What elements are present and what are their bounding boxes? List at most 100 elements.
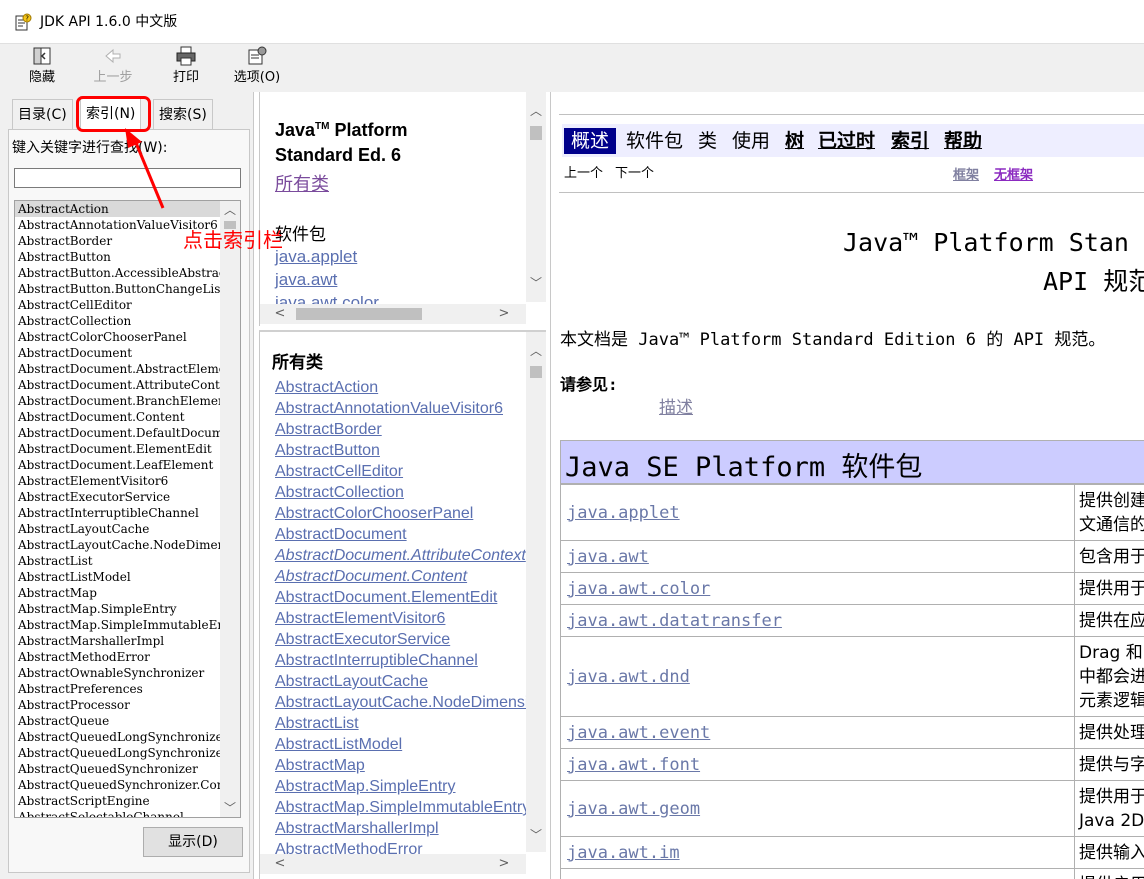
scroll-left-icon[interactable]: < [270, 854, 290, 874]
index-list-item[interactable]: AbstractDocument.ElementEdit [15, 441, 220, 457]
package-name-link[interactable]: java.awt.dnd [560, 636, 1075, 717]
nav-deprecated[interactable]: 已过时 [818, 128, 875, 154]
show-button[interactable]: 显示(D) [143, 827, 243, 857]
class-link[interactable]: AbstractBorder [275, 419, 526, 440]
hide-button[interactable]: 隐藏 [22, 44, 62, 92]
index-list-item[interactable]: AbstractMarshallerImpl [15, 633, 220, 649]
class-link[interactable]: AbstractMap.SimpleEntry [275, 776, 526, 797]
class-link[interactable]: AbstractCollection [275, 482, 526, 503]
package-link[interactable]: java.applet [275, 245, 379, 268]
class-link[interactable]: AbstractAction [275, 377, 526, 398]
index-list-item[interactable]: AbstractSelectableChannel [15, 809, 220, 817]
package-link[interactable]: java.awt [275, 268, 379, 291]
package-name-link[interactable]: java.awt.color [560, 572, 1075, 605]
class-link[interactable]: AbstractDocument.ElementEdit [275, 587, 526, 608]
scroll-right-icon[interactable]: > [494, 304, 514, 324]
frames-link[interactable]: 框架 [953, 164, 979, 183]
index-list-item[interactable]: AbstractQueuedSynchronizer.Condi [15, 777, 220, 793]
class-link[interactable]: AbstractAnnotationValueVisitor6 [275, 398, 526, 419]
index-list-item[interactable]: AbstractDocument.AttributeContext [15, 377, 220, 393]
index-list-item[interactable]: AbstractMap [15, 585, 220, 601]
classes-hscrollbar[interactable]: < > [260, 854, 526, 874]
index-list-item[interactable]: AbstractInterruptibleChannel [15, 505, 220, 521]
index-list-item[interactable]: AbstractCollection [15, 313, 220, 329]
scroll-up-icon[interactable]: ︿ [526, 102, 546, 120]
index-list-scrollbar[interactable]: ︿ ﹀ [220, 201, 240, 817]
class-link[interactable]: AbstractMap [275, 755, 526, 776]
index-list-item[interactable]: AbstractCellEditor [15, 297, 220, 313]
index-list-item[interactable]: AbstractExecutorService [15, 489, 220, 505]
index-list-item[interactable]: AbstractProcessor [15, 697, 220, 713]
print-button[interactable]: 打印 [166, 44, 206, 92]
index-list-item[interactable]: AbstractButton.ButtonChangeListene [15, 281, 220, 297]
package-name-link[interactable]: java.awt [560, 540, 1075, 573]
class-link[interactable]: AbstractListModel [275, 734, 526, 755]
scroll-down-icon[interactable]: ﹀ [526, 826, 546, 844]
scroll-thumb[interactable] [530, 366, 542, 378]
scroll-thumb[interactable] [296, 308, 422, 320]
class-link[interactable]: AbstractCellEditor [275, 461, 526, 482]
scroll-right-icon[interactable]: > [494, 854, 514, 874]
class-link[interactable]: AbstractInterruptibleChannel [275, 650, 526, 671]
options-button[interactable]: 选项(O) [228, 44, 286, 92]
index-list-item[interactable]: AbstractLayoutCache.NodeDimensio [15, 537, 220, 553]
package-name-link[interactable]: java.awt.datatransfer [560, 604, 1075, 637]
scroll-thumb[interactable] [530, 126, 542, 140]
index-list-item[interactable]: AbstractQueue [15, 713, 220, 729]
class-link[interactable]: AbstractList [275, 713, 526, 734]
tab-search[interactable]: 搜索(S) [153, 99, 213, 129]
scroll-down-icon[interactable]: ﹀ [220, 799, 240, 817]
classes-vscrollbar[interactable]: ︿ ﹀ [526, 332, 546, 852]
index-list-item[interactable]: AbstractLayoutCache [15, 521, 220, 537]
index-list-item[interactable]: AbstractDocument.AbstractElement [15, 361, 220, 377]
description-link[interactable]: 描述 [659, 393, 693, 418]
class-link[interactable]: AbstractMarshallerImpl [275, 818, 526, 839]
index-list-item[interactable]: AbstractListModel [15, 569, 220, 585]
class-link[interactable]: AbstractDocument.AttributeContext [275, 545, 526, 566]
nav-tree[interactable]: 树 [785, 128, 804, 154]
index-list-item[interactable]: AbstractMap.SimpleImmutableEntry [15, 617, 220, 633]
scroll-up-icon[interactable]: ︿ [526, 342, 546, 360]
index-list-item[interactable]: AbstractMap.SimpleEntry [15, 601, 220, 617]
all-classes-link[interactable]: 所有类 [275, 170, 329, 196]
package-name-link[interactable]: java.awt.im [560, 836, 1075, 869]
index-list-item[interactable]: AbstractColorChooserPanel [15, 329, 220, 345]
overview-vscrollbar[interactable]: ︿ ﹀ [526, 92, 546, 302]
scroll-left-icon[interactable]: < [270, 304, 290, 324]
index-list-item[interactable]: AbstractDocument [15, 345, 220, 361]
class-link[interactable]: AbstractColorChooserPanel [275, 503, 526, 524]
index-list-item[interactable]: AbstractScriptEngine [15, 793, 220, 809]
index-list-item[interactable]: AbstractOwnableSynchronizer [15, 665, 220, 681]
back-button[interactable]: 上一步 [88, 44, 138, 92]
index-list-item[interactable]: AbstractDocument.Content [15, 409, 220, 425]
package-name-link[interactable]: java.awt.event [560, 716, 1075, 749]
index-list-item[interactable]: AbstractQueuedLongSynchronizer [15, 729, 220, 745]
index-list-item[interactable]: AbstractElementVisitor6 [15, 473, 220, 489]
class-link[interactable]: AbstractLayoutCache [275, 671, 526, 692]
package-name-link[interactable]: java.applet [560, 484, 1075, 541]
class-link[interactable]: AbstractDocument [275, 524, 526, 545]
index-list-item[interactable]: AbstractDocument.LeafElement [15, 457, 220, 473]
nav-index[interactable]: 索引 [891, 128, 929, 154]
index-list-item[interactable]: AbstractPreferences [15, 681, 220, 697]
no-frames-link[interactable]: 无框架 [994, 164, 1033, 183]
class-link[interactable]: AbstractExecutorService [275, 629, 526, 650]
tab-contents[interactable]: 目录(C) [12, 99, 73, 129]
package-name-link[interactable]: java.awt.geom [560, 780, 1075, 837]
index-list-item[interactable]: AbstractAction [15, 201, 220, 217]
index-list-item[interactable]: AbstractList [15, 553, 220, 569]
index-list-item[interactable]: AbstractDocument.BranchElement [15, 393, 220, 409]
index-list-item[interactable]: AbstractQueuedLongSynchronizer.C [15, 745, 220, 761]
overview-hscrollbar[interactable]: < > [260, 304, 526, 324]
index-list-item[interactable]: AbstractMethodError [15, 649, 220, 665]
scroll-down-icon[interactable]: ﹀ [526, 274, 546, 292]
index-keyword-list[interactable]: AbstractAction AbstractAnnotationValueVis… [14, 200, 241, 818]
index-list-item[interactable]: AbstractButton.AccessibleAbstractBu [15, 265, 220, 281]
class-link[interactable]: AbstractElementVisitor6 [275, 608, 526, 629]
package-name-link[interactable]: java.awt.font [560, 748, 1075, 781]
class-link[interactable]: AbstractMap.SimpleImmutableEntry [275, 797, 526, 818]
class-link[interactable]: AbstractLayoutCache.NodeDimensions [275, 692, 526, 713]
class-link[interactable]: AbstractButton [275, 440, 526, 461]
nav-help[interactable]: 帮助 [944, 128, 982, 154]
index-list-item[interactable]: AbstractDocument.DefaultDocument [15, 425, 220, 441]
